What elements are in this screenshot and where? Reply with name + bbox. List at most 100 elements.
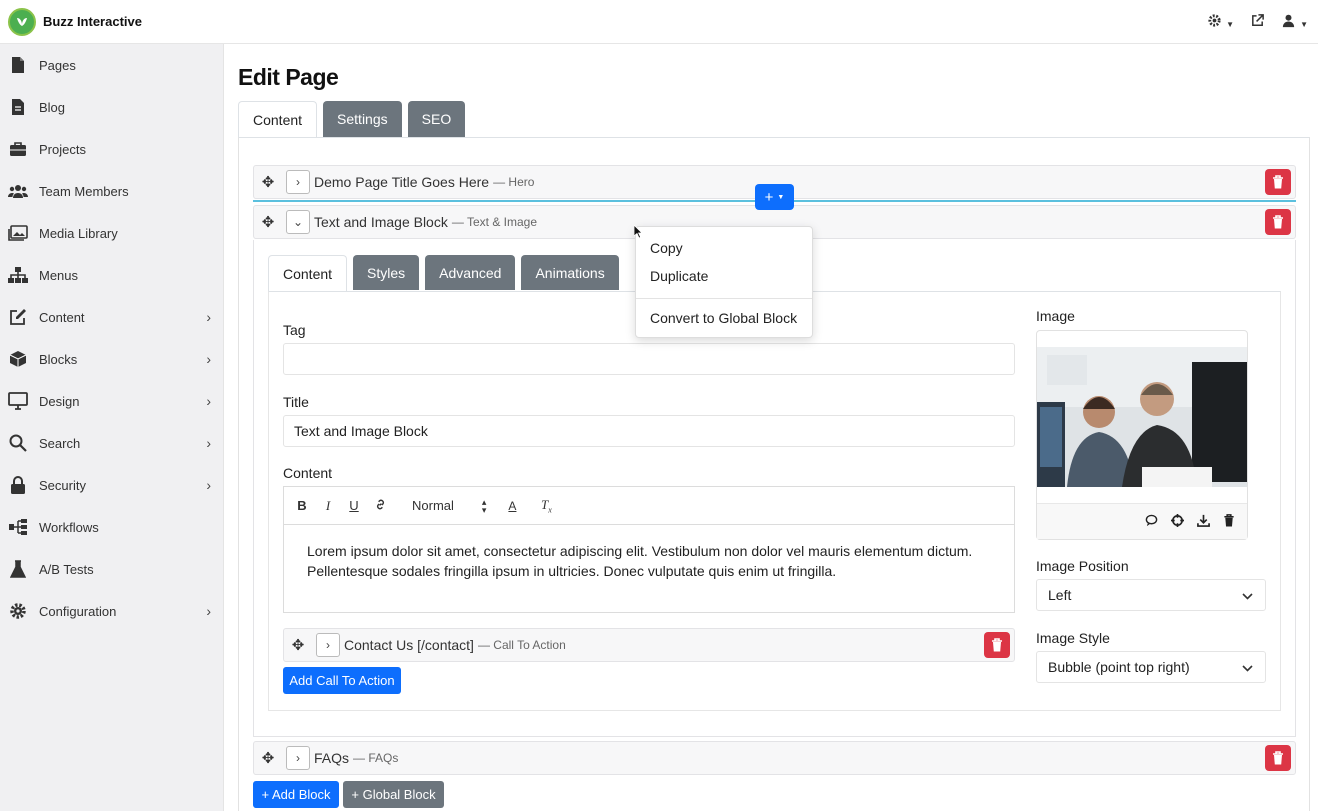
crosshair-icon[interactable] [1171, 513, 1184, 530]
context-menu-copy[interactable]: Copy [650, 240, 683, 256]
context-menu-duplicate[interactable]: Duplicate [650, 268, 708, 284]
delete-block-button[interactable] [1265, 209, 1291, 235]
chevron-right-icon: › [206, 393, 211, 409]
user-menu[interactable]: ▼ [1281, 13, 1308, 31]
sidebar-item-content[interactable]: Content › [0, 296, 223, 338]
brand-logo-icon [8, 7, 36, 36]
workflow-icon [8, 517, 28, 537]
image-position-value: Left [1048, 587, 1072, 603]
tab-block-content[interactable]: Content [268, 255, 348, 292]
block-title: FAQs [314, 750, 350, 766]
sidebar-item-team-members[interactable]: Team Members [0, 170, 223, 212]
chevron-right-icon: › [206, 309, 211, 325]
format-select[interactable]: Normal ▴ ▾ [412, 496, 487, 515]
user-icon [1282, 14, 1295, 28]
collapse-toggle-button[interactable]: ⌄ [286, 210, 310, 234]
sitemap-icon [8, 265, 28, 285]
delete-cta-button[interactable] [984, 632, 1010, 658]
tab-block-advanced[interactable]: Advanced [425, 255, 516, 290]
sidebar-item-blog[interactable]: Blog [0, 86, 223, 128]
sidebar-item-blocks[interactable]: Blocks › [0, 338, 223, 380]
sidebar-item-search[interactable]: Search › [0, 422, 223, 464]
context-menu-convert-global[interactable]: Convert to Global Block [650, 310, 797, 326]
chevron-down-icon: ▼ [1300, 20, 1308, 30]
cta-type: — Call To Action [477, 638, 566, 652]
expand-toggle-button[interactable]: › [316, 633, 340, 657]
trash-icon [1273, 215, 1283, 229]
image-picker [1036, 330, 1248, 540]
updown-icon: ▴ ▾ [481, 496, 487, 515]
drag-handle-icon[interactable]: ✥ [254, 213, 282, 231]
sidebar-item-label: Blocks [39, 351, 78, 367]
sidebar-item-workflows[interactable]: Workflows [0, 506, 223, 548]
tab-settings[interactable]: Settings [323, 101, 402, 137]
cube-icon [8, 349, 28, 369]
italic-icon[interactable]: I [322, 498, 334, 514]
sidebar-item-security[interactable]: Security › [0, 464, 223, 506]
sidebar-item-media-library[interactable]: Media Library [0, 212, 223, 254]
sidebar-item-label: Content [39, 309, 85, 325]
title-input[interactable]: Text and Image Block [283, 415, 1015, 447]
trash-icon [1273, 175, 1283, 189]
users-icon [8, 181, 28, 201]
expand-toggle-button[interactable]: › [286, 746, 310, 770]
page-tabs: Content Settings SEO [238, 101, 466, 139]
settings-menu[interactable]: ▼ [1207, 13, 1234, 31]
sidebar-item-menus[interactable]: Menus [0, 254, 223, 296]
sidebar-item-design[interactable]: Design › [0, 380, 223, 422]
chevron-down-icon: ▼ [1226, 20, 1235, 30]
tab-block-styles[interactable]: Styles [353, 255, 420, 290]
image-style-select[interactable]: Bubble (point top right) [1036, 651, 1266, 683]
format-select-value: Normal [412, 498, 454, 513]
image-position-select[interactable]: Left [1036, 579, 1266, 611]
tab-seo[interactable]: SEO [407, 101, 466, 137]
block-editor-tabs: Content Styles Advanced Animations [268, 255, 619, 292]
delete-block-button[interactable] [1265, 169, 1291, 195]
sidebar-item-label: Configuration [39, 603, 117, 619]
expand-toggle-button[interactable]: › [286, 170, 310, 194]
insert-block-button[interactable]: + ▼ [755, 184, 794, 210]
sidebar-item-ab-tests[interactable]: A/B Tests [0, 548, 223, 590]
edit-icon [8, 307, 28, 327]
link-icon[interactable] [374, 498, 386, 514]
chevron-down-icon [1242, 659, 1253, 675]
sidebar-item-label: Blog [39, 99, 66, 115]
cta-title: Contact Us [/contact] [344, 637, 474, 653]
delete-block-button[interactable] [1265, 745, 1291, 771]
external-link-button[interactable] [1250, 13, 1265, 31]
bold-icon[interactable]: B [296, 498, 308, 513]
sidebar-item-configuration[interactable]: Configuration › [0, 590, 223, 632]
chevron-down-icon: ▼ [777, 193, 785, 201]
download-icon[interactable] [1197, 514, 1210, 530]
drag-handle-icon[interactable]: ✥ [254, 173, 282, 191]
sidebar-item-label: Team Members [39, 183, 129, 199]
page-title: Edit Page [238, 64, 339, 90]
sidebar-item-label: Media Library [39, 225, 118, 241]
sidebar-item-pages[interactable]: Pages [0, 44, 223, 86]
add-call-to-action-button[interactable]: Add Call To Action [283, 667, 401, 694]
cta-row: ✥ › Contact Us [/contact] — Call To Acti… [283, 628, 1015, 662]
drag-handle-icon[interactable]: ✥ [254, 749, 282, 767]
briefcase-icon [8, 139, 28, 159]
external-link-icon [1252, 14, 1264, 26]
drag-handle-icon[interactable]: ✥ [284, 636, 312, 654]
editor-content[interactable]: Lorem ipsum dolor sit amet, consectetur … [284, 525, 1014, 597]
trash-icon[interactable] [1223, 513, 1235, 530]
global-block-button[interactable]: + Global Block [343, 781, 444, 808]
sidebar-item-label: Design [39, 393, 80, 409]
underline-icon[interactable]: U [348, 498, 360, 513]
tab-block-animations[interactable]: Animations [521, 255, 619, 290]
tag-input[interactable] [283, 343, 1015, 375]
tab-content[interactable]: Content [238, 101, 318, 139]
top-actions: ▼ ▼ [1207, 0, 1308, 44]
mouse-cursor-icon [633, 224, 643, 242]
clear-format-icon[interactable]: Tx [540, 497, 552, 515]
comment-icon[interactable] [1145, 514, 1158, 530]
add-block-button[interactable]: + Add Block [253, 781, 339, 808]
chevron-right-icon: › [206, 351, 211, 367]
sidebar-item-projects[interactable]: Projects [0, 128, 223, 170]
lock-icon [8, 475, 28, 495]
text-color-icon[interactable]: A [506, 499, 518, 513]
image-preview[interactable] [1037, 347, 1247, 487]
brand[interactable]: Buzz Interactive [0, 7, 142, 36]
